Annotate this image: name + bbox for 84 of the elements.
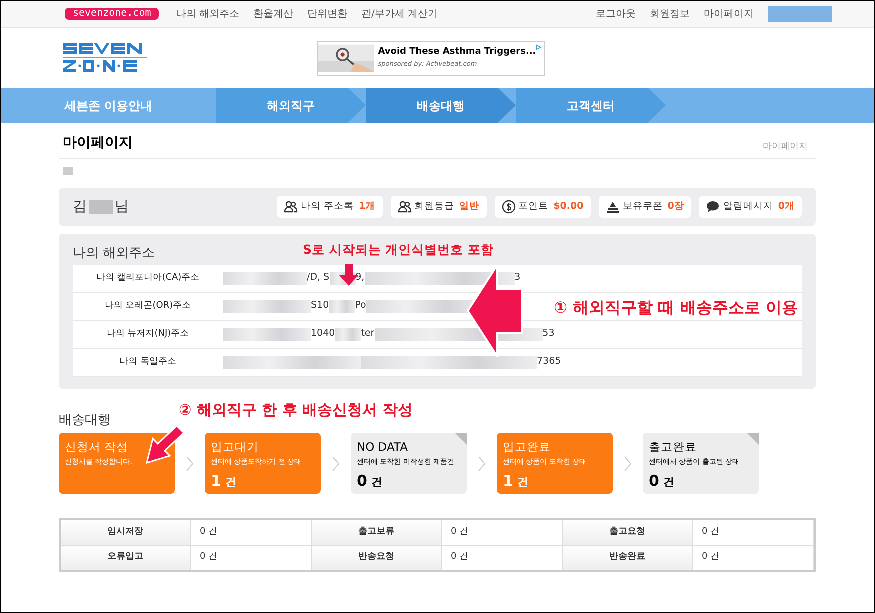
stat-label: 보유쿠폰 — [622, 200, 663, 214]
stage-title: 입고대기 — [211, 440, 260, 455]
stage-count: 0 — [357, 471, 368, 492]
table-cell: 0 건 — [693, 546, 814, 570]
stat-value: 0개 — [778, 200, 795, 214]
brand-link[interactable]: sevenzone.com — [65, 8, 160, 20]
annotation-text: ② 해외직구 한 후 배송신청서 작성 — [179, 400, 413, 421]
chevron-icon — [478, 456, 486, 472]
dollar-coin-icon — [502, 200, 516, 214]
section-title: 배송대행 — [59, 412, 112, 430]
address-text: 53 — [542, 327, 555, 342]
people-icon — [284, 200, 298, 214]
address-text: ter — [361, 327, 375, 342]
stat-label: 나의 주소록 — [301, 200, 354, 214]
table-header-cell: 반송완료 — [563, 546, 693, 570]
breadcrumb: 마이페이지 — [763, 140, 809, 154]
top-link[interactable]: 단위변환 — [307, 6, 348, 22]
table-header-cell: 반송요청 — [312, 546, 442, 570]
stage-title: NO DATA — [357, 440, 409, 455]
blurred-text — [335, 328, 362, 341]
stage-unit: 건 — [663, 475, 674, 491]
blurred-text — [89, 200, 113, 214]
blurred-text — [329, 300, 356, 313]
top-link[interactable]: 나의 해외주소 — [176, 6, 240, 22]
address-text: 7365 — [537, 355, 562, 370]
stat-value: 0장 — [668, 200, 684, 214]
stat-label: 포인트 — [518, 200, 549, 214]
stage-title: 입고완료 — [503, 440, 552, 455]
address-text: 3 — [514, 271, 521, 286]
stat-value: 1개 — [359, 200, 376, 214]
chat-icon — [706, 200, 720, 214]
member-suffix: 님 — [115, 198, 129, 216]
annotation-text: ① 해외직구할 때 배송주소로 이용 — [554, 297, 798, 319]
stat-label: 회원등급 — [414, 200, 455, 214]
page-title: 마이페이지 — [62, 134, 133, 153]
stage-count: 1 — [503, 471, 514, 492]
member-name: 김 — [73, 198, 87, 216]
address-label: 나의 캘리포니아(CA)주소 — [95, 272, 201, 285]
member-stat-button[interactable]: 회원등급 일반 — [390, 196, 487, 218]
chevron-icon — [332, 456, 340, 472]
stage-title: 출고완료 — [649, 440, 698, 455]
annotation-text: S로 시작되는 개인식별번호 포함 — [303, 241, 494, 259]
stage-title: 신청서 작성 — [65, 440, 130, 455]
address-label: 나의 뉴저지(NJ)주소 — [106, 328, 190, 341]
table-cell: 0 건 — [693, 520, 814, 545]
top-link[interactable]: 로그아웃 — [596, 6, 636, 22]
address-text: 1040 — [311, 327, 336, 342]
stage-count: 0 — [649, 471, 660, 492]
annotation-arrow-overlay — [145, 425, 185, 465]
stat-value: 일반 — [460, 200, 480, 214]
table-header-cell: 출고보류 — [312, 520, 442, 545]
stage-unit: 건 — [225, 475, 236, 491]
stack-icon — [606, 200, 620, 214]
ad-choices-icon — [536, 44, 542, 50]
stage-unit: 건 — [371, 475, 382, 491]
address-label: 나의 독일주소 — [118, 356, 178, 369]
corner-fold-icon — [747, 433, 759, 445]
member-stat-button[interactable]: 나의 주소록 1개 — [277, 196, 383, 218]
top-link[interactable]: 관/부가세 계산기 — [361, 6, 438, 22]
top-link[interactable]: 환율계산 — [253, 6, 294, 22]
address-text: /D, S — [307, 271, 330, 286]
stage-unit: 건 — [517, 475, 528, 491]
address-text: Po — [355, 299, 366, 314]
stage-count: 1 — [211, 471, 222, 492]
member-stat-button[interactable]: 알림메시지 0개 — [699, 196, 802, 218]
table-header-cell: 오류입고 — [61, 546, 191, 570]
section-title: 나의 해외주소 — [73, 246, 156, 261]
stat-value: $0.00 — [554, 200, 584, 214]
member-stat-button[interactable]: 포인트 $0.00 — [494, 196, 591, 218]
address-text: S10 — [311, 299, 330, 314]
member-stat-button[interactable]: 보유쿠폰 0장 — [598, 196, 692, 218]
people-icon — [398, 200, 412, 214]
address-label: 나의 오레곤(OR)주소 — [104, 300, 192, 313]
chevron-icon — [624, 456, 632, 472]
blurred-banner — [768, 6, 832, 22]
table-header-cell: 임시저장 — [61, 520, 191, 545]
top-link[interactable]: 회원정보 — [650, 6, 690, 22]
table-header-cell: 출고요청 — [563, 520, 693, 545]
chevron-icon — [186, 456, 194, 472]
corner-fold-icon — [455, 433, 467, 445]
ad-title: Avoid These Asthma Triggers... — [378, 46, 536, 60]
blurred-text — [63, 167, 73, 175]
stat-label: 알림메시지 — [723, 200, 774, 214]
top-link[interactable]: 마이페이지 — [704, 6, 754, 22]
